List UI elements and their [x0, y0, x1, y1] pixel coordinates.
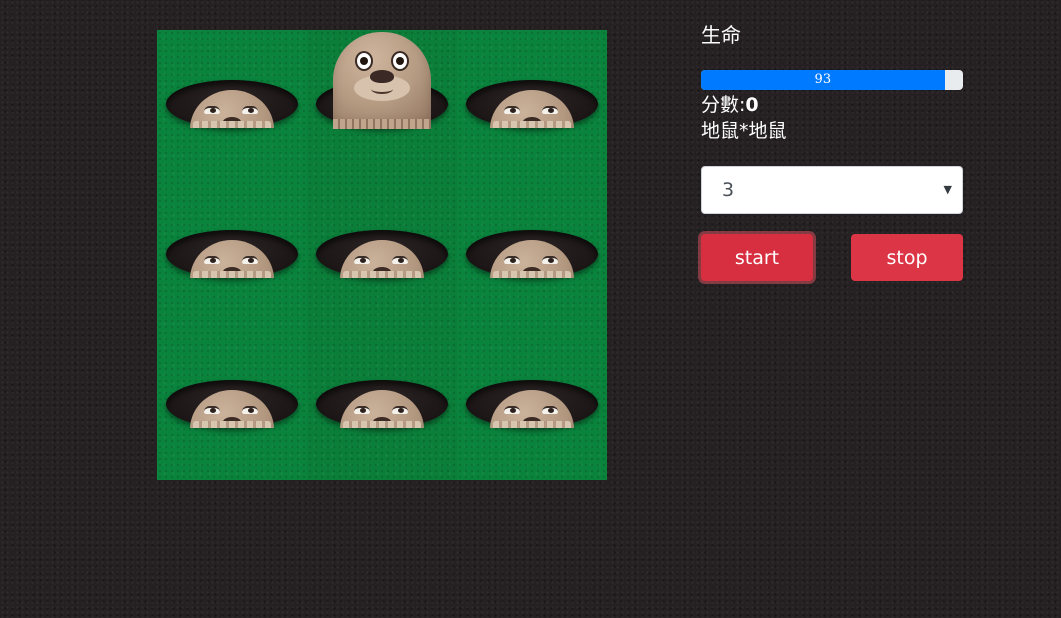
- life-label: 生命: [701, 23, 741, 47]
- mole-hole-r2-c2[interactable]: [307, 180, 457, 330]
- mole-eye: [391, 51, 409, 71]
- mole-hole-r2-c1[interactable]: [157, 180, 307, 330]
- peeking-mole[interactable]: [485, 388, 579, 428]
- mole-mouth: [371, 84, 393, 94]
- chevron-down-icon: ▼: [943, 183, 952, 196]
- peeking-mole[interactable]: [185, 88, 279, 128]
- mole-fur: [333, 119, 431, 129]
- hole: [466, 230, 598, 278]
- peeking-mole[interactable]: [485, 238, 579, 278]
- life-progress-bar: 93: [701, 70, 963, 90]
- control-panel: 生命 93 分數:0 地鼠*地鼠 3 ▼ start stop: [701, 22, 963, 282]
- hole: [316, 380, 448, 428]
- mole-popped-up[interactable]: [333, 32, 431, 129]
- mole-eye: [355, 51, 373, 71]
- mole-hole-r1-c1[interactable]: [157, 30, 307, 180]
- hole: [166, 380, 298, 428]
- peeking-mole[interactable]: [335, 388, 429, 428]
- game-board: [157, 30, 607, 480]
- hole: [166, 80, 298, 128]
- start-button[interactable]: start: [701, 234, 813, 281]
- score-label: 分數:: [701, 94, 746, 116]
- peeking-mole[interactable]: [185, 238, 279, 278]
- score-value: 0: [745, 94, 759, 116]
- level-select-value: 3: [722, 179, 735, 201]
- peeking-mole[interactable]: [485, 88, 579, 128]
- hole: [466, 80, 598, 128]
- mole-hole-r1-c2[interactable]: [307, 30, 457, 180]
- mole-hole-r2-c3[interactable]: [457, 180, 607, 330]
- hole: [316, 230, 448, 278]
- hole: [166, 230, 298, 278]
- stop-button[interactable]: stop: [851, 234, 963, 281]
- mole-hole-r3-c2[interactable]: [307, 330, 457, 480]
- button-row: start stop: [701, 234, 963, 282]
- life-progress-fill: 93: [701, 70, 945, 90]
- peeking-mole[interactable]: [185, 388, 279, 428]
- mode-text: 地鼠*地鼠: [701, 120, 787, 142]
- mole-hole-r3-c1[interactable]: [157, 330, 307, 480]
- mole-hole-r3-c3[interactable]: [457, 330, 607, 480]
- mole-nose: [370, 70, 394, 83]
- score-display: 分數:0: [701, 92, 963, 118]
- peeking-mole[interactable]: [335, 238, 429, 278]
- hole: [466, 380, 598, 428]
- level-select[interactable]: 3 ▼: [701, 166, 963, 214]
- mole-hole-r1-c3[interactable]: [457, 30, 607, 180]
